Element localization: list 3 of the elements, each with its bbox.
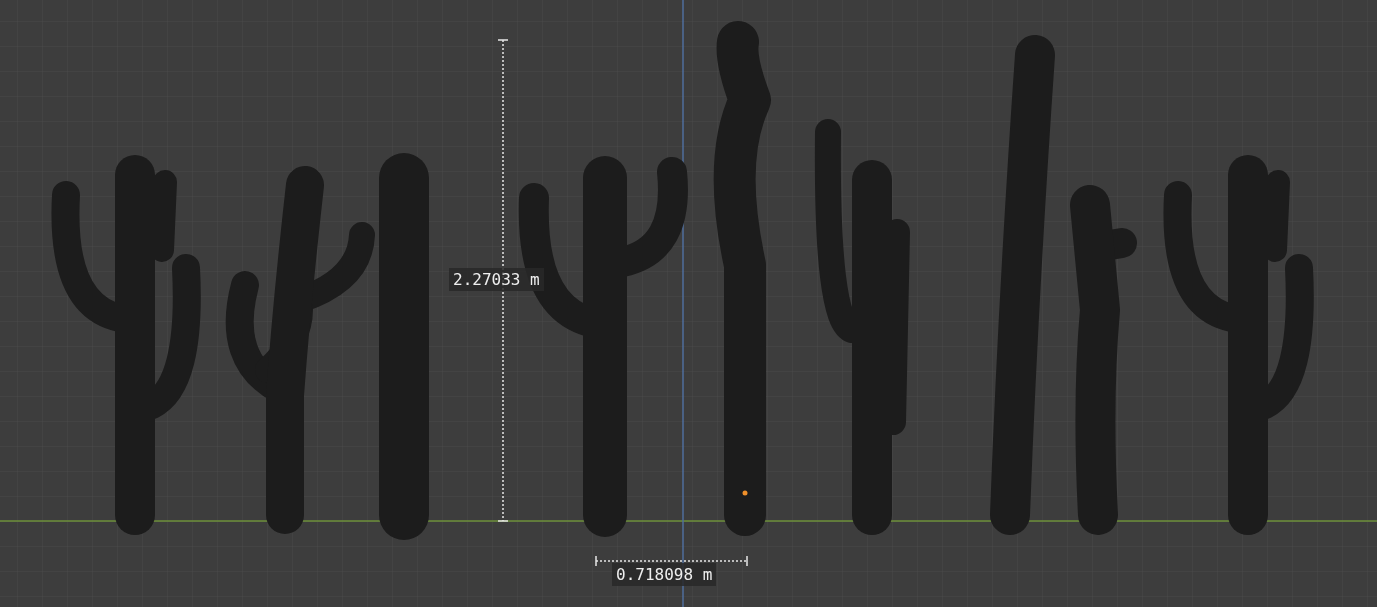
dimension-label: 0.718098 m — [612, 563, 717, 586]
origin-dot-icon — [742, 490, 748, 496]
dimension-label: 2.27033 m — [449, 268, 544, 291]
